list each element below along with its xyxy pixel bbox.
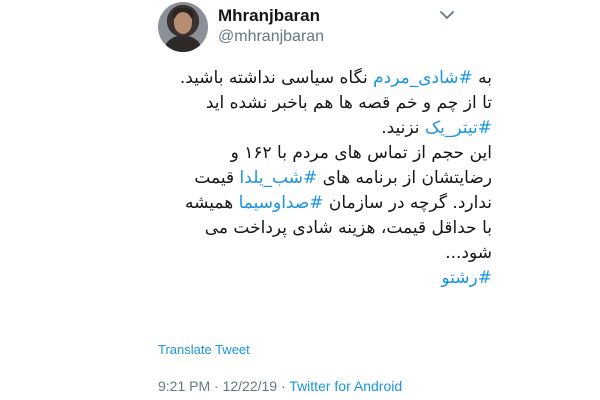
user-name[interactable]: Mhranjbaran <box>218 6 320 26</box>
tweet-card: Mhranjbaran @mhranjbaran به #شادی_مردم ن… <box>0 0 600 400</box>
meta-separator: · <box>210 378 223 394</box>
avatar-face <box>174 12 192 34</box>
tweet-text-segment: رضایتشان از برنامه های <box>317 168 492 188</box>
tweet-line-3: #تیتر_یک نزنید. <box>150 116 492 141</box>
tweet-line-8: شود... <box>445 243 492 263</box>
user-handle[interactable]: @mhranjbaran <box>218 28 324 46</box>
tweet-time[interactable]: 9:21 PM <box>158 378 210 394</box>
tweet-line-7: با حداقل قیمت، هزینه شادی پرداخت می <box>204 218 492 238</box>
tweet-meta: 9:21 PM · 12/22/19 · Twitter for Android <box>158 378 402 394</box>
hashtag-link[interactable]: #تیتر_یک <box>425 118 492 138</box>
hashtag-link[interactable]: #شب_یلدا <box>240 168 318 188</box>
tweet-text-segment: قیمت <box>194 168 240 188</box>
hashtag-link[interactable]: #شادی_مردم <box>373 68 473 88</box>
tweet-line-6: ندارد. گرچه در سازمان #صداوسیما همیشه <box>150 191 492 216</box>
tweet-text-segment: نگاه سیاسی نداشته باشید. <box>179 68 374 88</box>
tweet-line-9: #رشتو <box>150 266 492 291</box>
tweet-text-segment: نزنید. <box>381 118 425 138</box>
tweet-line-2: تا از چم و خم قصه ها هم باخبر نشده اید <box>205 93 492 113</box>
chevron-down-icon[interactable] <box>440 10 454 20</box>
avatar-body <box>164 36 202 52</box>
tweet-date[interactable]: 12/22/19 <box>223 378 278 394</box>
translate-tweet-link[interactable]: Translate Tweet <box>158 342 250 357</box>
meta-separator: · <box>277 378 290 394</box>
tweet-line-5: رضایتشان از برنامه های #شب_یلدا قیمت <box>150 166 492 191</box>
hashtag-link[interactable]: #صداوسیما <box>239 193 324 213</box>
tweet-line-4: این حجم از تماس های مردم با ۱۶۲ و <box>230 143 492 163</box>
tweet-text-segment: ندارد. گرچه در سازمان <box>323 193 492 213</box>
hashtag-link[interactable]: #رشتو <box>441 268 492 288</box>
tweet-text: به #شادی_مردم نگاه سیاسی نداشته باشید. ت… <box>150 66 492 291</box>
tweet-line-1: به #شادی_مردم نگاه سیاسی نداشته باشید. <box>150 66 492 91</box>
tweet-text-segment: به <box>472 68 492 88</box>
tweet-text-segment: همیشه <box>185 193 239 213</box>
tweet-source-link[interactable]: Twitter for Android <box>289 378 402 394</box>
user-avatar[interactable] <box>158 2 208 52</box>
